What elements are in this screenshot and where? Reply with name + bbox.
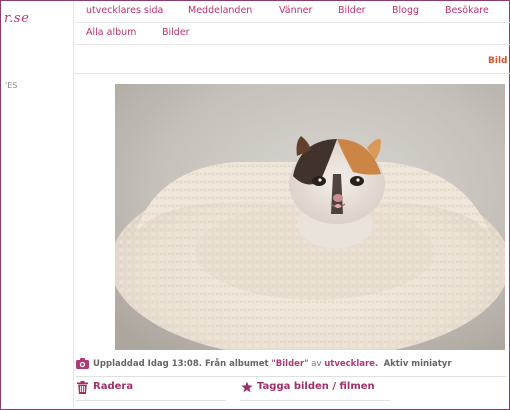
nav-item-vanner[interactable]: Vänner xyxy=(279,5,312,16)
by-word: av xyxy=(311,359,322,369)
delete-underline xyxy=(76,400,226,401)
nav-item-utvecklares-sida[interactable]: utvecklares sida xyxy=(86,5,163,16)
tag-underline xyxy=(240,400,390,401)
content-divider xyxy=(74,73,510,74)
photo-meta: Uppladdad Idag 13:08. Från albumet "Bild… xyxy=(76,357,506,373)
nav-item-besokare[interactable]: Besökare xyxy=(445,5,489,16)
nav-item-bilder[interactable]: Bilder xyxy=(338,5,366,16)
top-nav: utvecklares sida Meddelanden Vänner Bild… xyxy=(74,0,510,23)
sidebar-snippet: 'ES xyxy=(5,81,18,90)
active-thumbnail-label: Aktiv miniatyr xyxy=(383,359,452,369)
nav-item-meddelanden[interactable]: Meddelanden xyxy=(188,5,252,16)
kitten-photo-image xyxy=(115,84,505,350)
left-sidebar: r.se 'ES xyxy=(1,1,74,408)
subnav-item-bilder[interactable]: Bilder xyxy=(162,27,190,38)
subnav-item-alla-album[interactable]: Alla album xyxy=(86,27,136,38)
delete-label: Radera xyxy=(93,381,134,392)
star-icon xyxy=(241,381,253,396)
nav-item-blogg[interactable]: Blogg xyxy=(392,5,419,16)
meta-divider xyxy=(76,376,506,377)
tag-label: Tagga bilden / filmen xyxy=(257,381,375,392)
site-logo[interactable]: r.se xyxy=(4,11,29,26)
user-link[interactable]: utvecklare. xyxy=(324,359,378,369)
trash-icon xyxy=(77,381,88,397)
album-link[interactable]: "Bilder" xyxy=(271,359,308,369)
photo[interactable] xyxy=(115,84,505,350)
uploaded-text: Uppladdad Idag 13:08. Från albumet xyxy=(93,359,269,369)
sub-nav: Alla album Bilder xyxy=(74,22,510,45)
camera-icon xyxy=(76,358,89,372)
section-label: Bild xyxy=(488,56,508,66)
